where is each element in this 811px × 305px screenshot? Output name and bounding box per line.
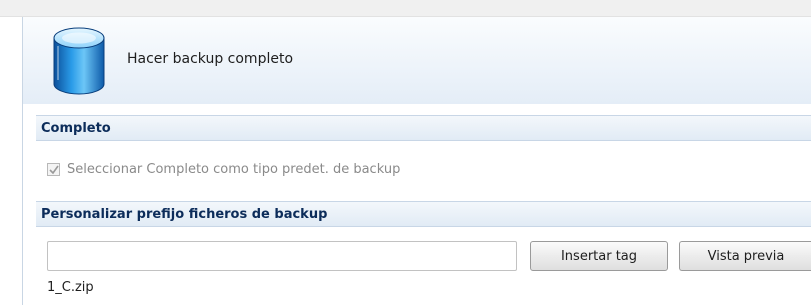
backup-panel: Hacer backup completo Completo Seleccion… xyxy=(22,17,811,305)
section-title: Completo xyxy=(41,121,111,136)
section-title: Personalizar prefijo ficheros de backup xyxy=(41,207,328,222)
preview-button[interactable]: Vista previa xyxy=(679,241,811,271)
preview-result: 1_C.zip xyxy=(47,280,94,295)
top-strip xyxy=(0,0,811,17)
section-header-completo: Completo xyxy=(36,115,811,141)
insert-tag-button[interactable]: Insertar tag xyxy=(530,241,668,271)
default-type-checkbox-label: Seleccionar Completo como tipo predet. d… xyxy=(67,162,401,177)
prefix-input[interactable] xyxy=(47,241,517,271)
panel-header: Hacer backup completo xyxy=(23,17,811,104)
default-type-checkbox[interactable] xyxy=(47,163,60,176)
page-title: Hacer backup completo xyxy=(127,51,294,67)
checkmark-icon xyxy=(49,165,59,175)
database-icon xyxy=(53,27,105,95)
section-header-prefijo: Personalizar prefijo ficheros de backup xyxy=(36,201,811,227)
